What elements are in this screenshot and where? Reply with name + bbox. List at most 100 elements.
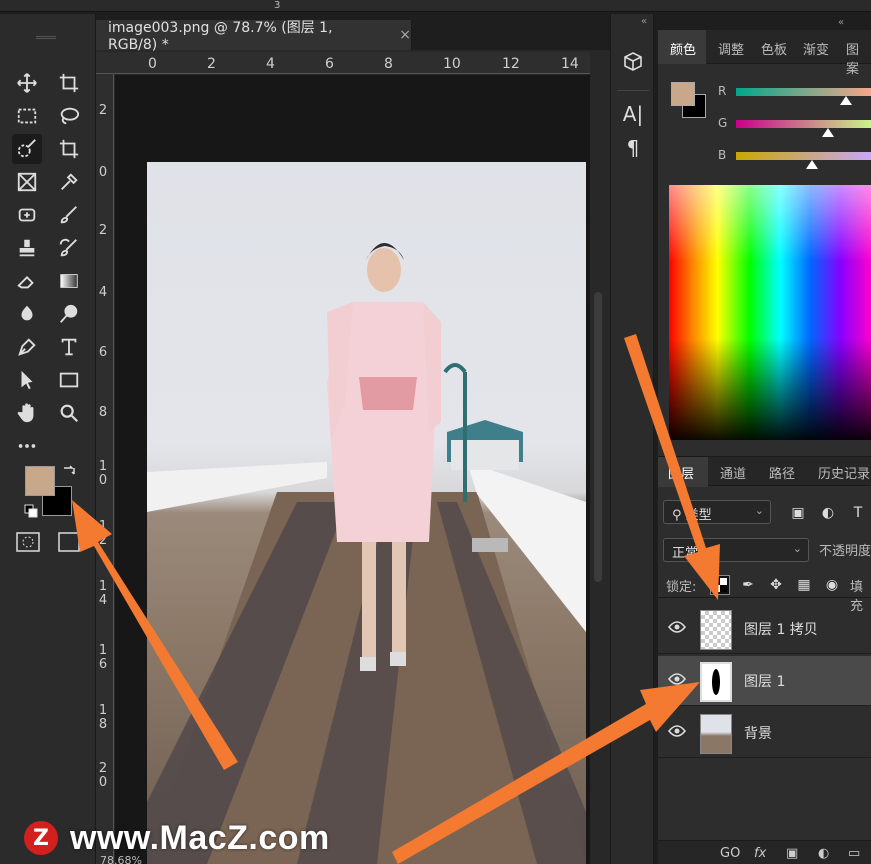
slider-knob[interactable]	[821, 128, 834, 137]
new-group-icon[interactable]: ▭	[848, 846, 860, 861]
ruler-label: 14	[561, 56, 579, 72]
quick-mask-icon[interactable]	[16, 532, 40, 552]
rectangle-tool-icon[interactable]	[54, 365, 84, 395]
slider-track[interactable]	[736, 120, 871, 128]
ruler-label: 16	[98, 643, 108, 672]
marquee-tool-icon[interactable]	[12, 101, 42, 131]
layer-row[interactable]: 图层 1 拷贝	[658, 604, 871, 654]
adjustment-filter-icon[interactable]: ◐	[818, 504, 838, 522]
slider-track[interactable]	[736, 152, 871, 160]
photo-canvas[interactable]	[147, 162, 586, 864]
character-icon[interactable]: A|	[619, 100, 647, 128]
clone-stamp-tool-icon[interactable]	[12, 233, 42, 263]
layer-filter-select[interactable]: ⚲ 类型 ⌄	[663, 500, 771, 524]
eraser-tool-icon[interactable]	[12, 266, 42, 296]
lock-transparent-pixels-icon[interactable]	[710, 575, 730, 595]
slider-label: B	[718, 148, 727, 162]
history-brush-tool-icon[interactable]	[54, 233, 84, 263]
scrollbar-thumb[interactable]	[594, 292, 602, 582]
tab-adjustments[interactable]: 调整	[718, 39, 744, 58]
close-icon[interactable]: ×	[399, 27, 411, 43]
eye-icon[interactable]	[668, 672, 686, 686]
image-filter-icon[interactable]: ▣	[788, 504, 808, 522]
blur-tool-icon[interactable]	[12, 299, 42, 329]
adjustment-layer-icon[interactable]: ◐	[818, 846, 829, 861]
eye-icon[interactable]	[668, 620, 686, 634]
tab-channels[interactable]: 通道	[720, 463, 746, 482]
toolbar-grip[interactable]	[36, 36, 56, 39]
tab-gradients[interactable]: 渐变	[803, 39, 829, 58]
zoom-tool-icon[interactable]	[54, 398, 84, 428]
path-selection-tool-icon[interactable]	[12, 365, 42, 395]
ruler-label: 18	[98, 703, 108, 732]
gradient-tool-icon[interactable]	[54, 266, 84, 296]
move-tool-icon[interactable]	[12, 68, 42, 98]
slider-g[interactable]: G	[718, 116, 871, 137]
dodge-tool-icon[interactable]	[54, 299, 84, 329]
quick-selection-tool-icon[interactable]	[12, 134, 42, 164]
opacity-label: 不透明度	[819, 544, 871, 559]
lock-artboard-icon[interactable]: ▦	[794, 575, 814, 595]
layer-name[interactable]: 背景	[744, 723, 772, 743]
layer-name[interactable]: 图层 1 拷贝	[744, 619, 818, 639]
slider-label: R	[718, 84, 727, 98]
tab-color[interactable]: 颜色	[670, 39, 696, 58]
lock-row: 锁定: ✒ ✥ ▦ ◉ 填充	[658, 572, 871, 614]
healing-brush-tool-icon[interactable]	[12, 200, 42, 230]
slider-track[interactable]	[736, 88, 871, 96]
chevron-down-icon: ⌄	[792, 542, 802, 555]
blend-mode-select[interactable]: 正常 ⌄	[663, 538, 809, 562]
tab-layers[interactable]: 图层	[668, 463, 694, 482]
slider-knob[interactable]	[805, 160, 818, 169]
ruler-label: 14	[98, 579, 108, 608]
slider-knob[interactable]	[840, 96, 853, 105]
layers-bottom-bar: GO fx ▣ ◐ ▭	[658, 840, 871, 864]
fx-icon[interactable]: fx	[754, 846, 766, 861]
slider-r[interactable]: R	[718, 84, 871, 105]
document-scrollbar[interactable]	[590, 52, 608, 864]
slider-b[interactable]: B	[718, 148, 871, 169]
chevron-down-icon: ⌄	[754, 504, 764, 517]
tab-patterns[interactable]: 图案	[846, 39, 871, 77]
add-mask-icon[interactable]: ▣	[786, 846, 798, 861]
more-tools-icon[interactable]	[12, 431, 42, 461]
macz-logo: Z	[24, 821, 58, 855]
type-tool-icon[interactable]	[54, 332, 84, 362]
ruler-label: 6	[98, 345, 108, 360]
paragraph-icon[interactable]: ¶	[619, 134, 647, 162]
type-filter-icon[interactable]: T	[848, 504, 868, 522]
collapse-panel-icon[interactable]: «	[838, 17, 844, 28]
foreground-color-swatch[interactable]	[25, 466, 55, 496]
lock-image-pixels-icon[interactable]: ✒	[738, 575, 758, 595]
tab-swatches[interactable]: 色板	[761, 39, 787, 58]
options-bar: 3	[0, 0, 871, 12]
link-layers-icon[interactable]: GO	[720, 846, 740, 861]
eye-icon[interactable]	[668, 724, 686, 738]
color-spectrum[interactable]	[669, 185, 871, 440]
layer-row[interactable]: 图层 1	[658, 656, 871, 706]
frame-tool-icon[interactable]	[12, 167, 42, 197]
layer-row[interactable]: 背景	[658, 708, 871, 758]
ruler-label: 4	[266, 56, 275, 72]
eyedropper-tool-icon[interactable]	[54, 167, 84, 197]
lasso-tool-icon[interactable]	[54, 101, 84, 131]
layer-thumbnail	[700, 662, 732, 702]
brush-tool-icon[interactable]	[54, 200, 84, 230]
pen-tool-icon[interactable]	[12, 332, 42, 362]
swap-colors-icon[interactable]	[62, 464, 76, 478]
tab-paths[interactable]: 路径	[769, 463, 795, 482]
document-tab[interactable]: image003.png @ 78.7% (图层 1, RGB/8) * ×	[96, 20, 412, 53]
lock-all-icon[interactable]: ◉	[822, 575, 842, 595]
collapse-panel-icon[interactable]: «	[641, 16, 647, 27]
artboard-tool-icon[interactable]	[54, 68, 84, 98]
hand-tool-icon[interactable]	[12, 398, 42, 428]
color-panel-foreground[interactable]	[671, 82, 695, 106]
layer-name[interactable]: 图层 1	[744, 671, 785, 691]
lock-position-icon[interactable]: ✥	[766, 575, 786, 595]
screen-mode-icon[interactable]	[58, 532, 80, 552]
tab-history[interactable]: 历史记录	[818, 463, 870, 482]
3d-icon[interactable]	[619, 48, 647, 76]
ruler-label: 8	[384, 56, 393, 72]
crop-tool-icon[interactable]	[54, 134, 84, 164]
default-colors-icon[interactable]	[24, 504, 38, 518]
